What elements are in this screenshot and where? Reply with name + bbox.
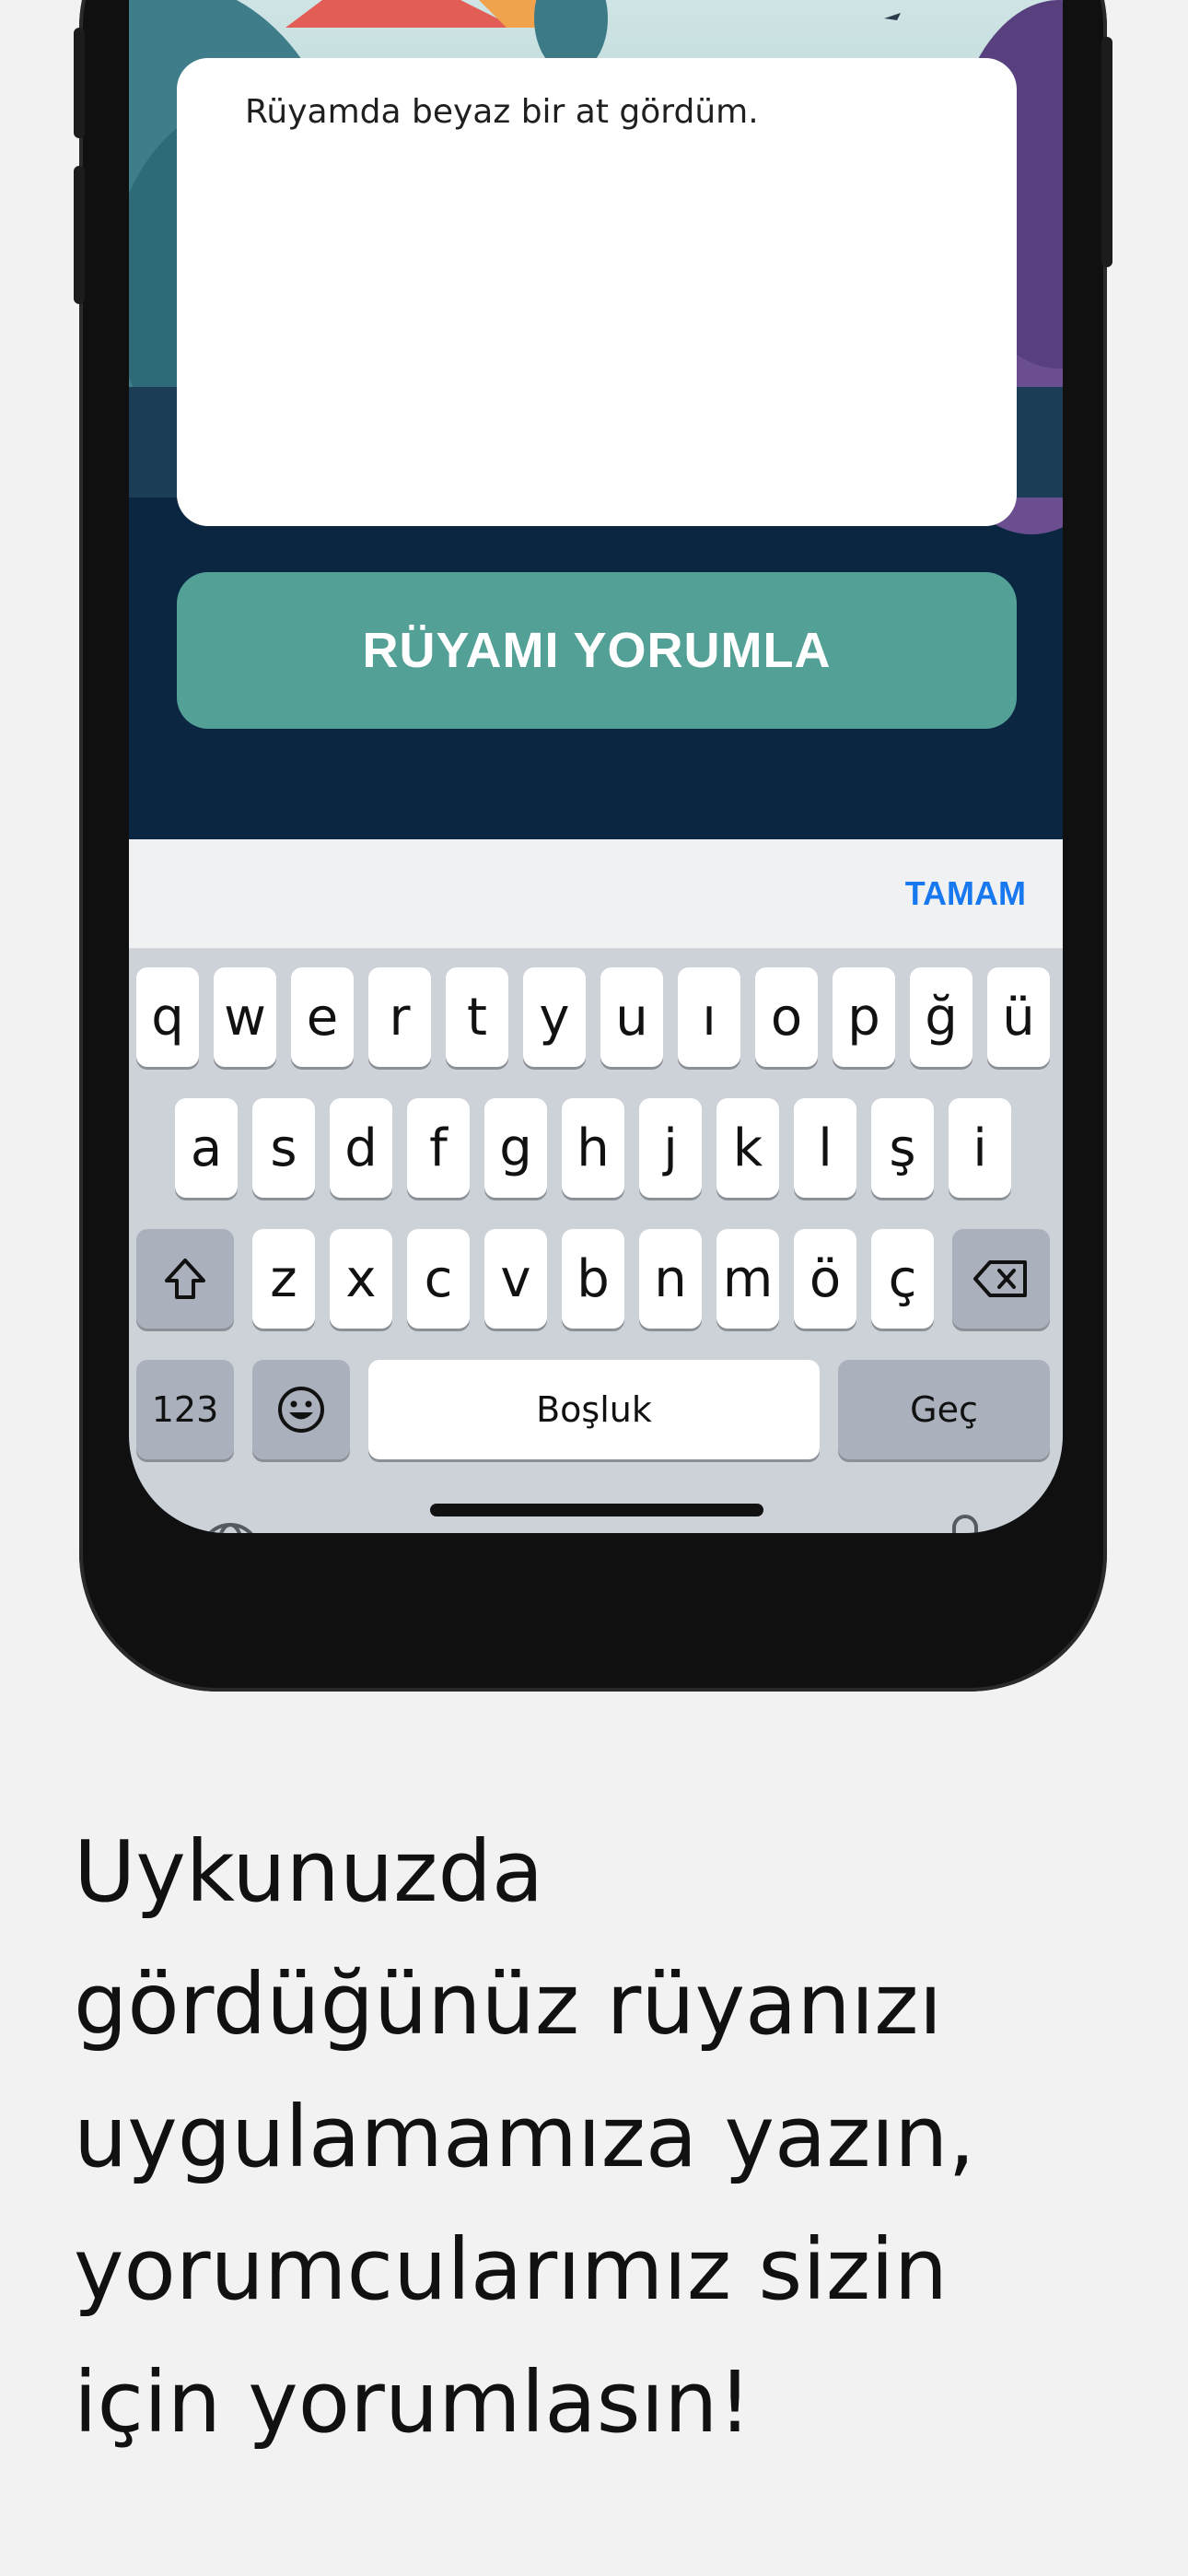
key[interactable]: ü	[987, 967, 1050, 1067]
dream-input-text: Rüyamda beyaz bir at gördüm.	[245, 93, 759, 131]
key[interactable]: o	[755, 967, 818, 1067]
key[interactable]: ö	[794, 1229, 856, 1329]
key[interactable]: ç	[871, 1229, 934, 1329]
interpret-dream-button[interactable]: RÜYAMI YORUMLA	[177, 572, 1017, 729]
emoji-icon	[278, 1387, 324, 1433]
home-indicator	[430, 1504, 763, 1516]
key[interactable]: g	[484, 1098, 547, 1198]
numbers-key[interactable]: 123	[136, 1360, 234, 1459]
key[interactable]: h	[562, 1098, 624, 1198]
backspace-icon	[973, 1260, 1027, 1297]
phone-screen: Rüyamda beyaz bir at gördüm. RÜYAMI YORU…	[129, 0, 1063, 1533]
key[interactable]: n	[639, 1229, 702, 1329]
phone-side-button	[1101, 37, 1112, 267]
key[interactable]: q	[136, 967, 199, 1067]
globe-icon[interactable]	[197, 1520, 263, 1533]
promo-caption: Uykunuzda gördüğünüz rüyanızı uygulamamı…	[74, 1806, 1114, 2469]
key[interactable]: ğ	[910, 967, 973, 1067]
key[interactable]: r	[368, 967, 431, 1067]
caption-line: uygulamamıza yazın,	[74, 2088, 975, 2186]
key[interactable]: s	[252, 1098, 315, 1198]
key[interactable]: p	[833, 967, 895, 1067]
caption-line: Uykunuzda	[74, 1822, 544, 1921]
phone-side-button	[74, 166, 85, 304]
done-button[interactable]: TAMAM	[905, 874, 1026, 913]
shift-key[interactable]	[136, 1229, 234, 1329]
key[interactable]: j	[639, 1098, 702, 1198]
caption-line: için yorumlasın!	[74, 2353, 752, 2452]
key[interactable]: b	[562, 1229, 624, 1329]
backspace-key[interactable]	[952, 1229, 1050, 1329]
keyboard: q w e r t y u ı o p ğ ü a s d f g h j k …	[129, 949, 1063, 1533]
key[interactable]: ı	[678, 967, 740, 1067]
caption-line: gördüğünüz rüyanızı	[74, 1955, 943, 2054]
key[interactable]: d	[330, 1098, 392, 1198]
key[interactable]: z	[252, 1229, 315, 1329]
key[interactable]: t	[446, 967, 508, 1067]
key[interactable]: m	[716, 1229, 779, 1329]
key[interactable]: x	[330, 1229, 392, 1329]
caption-line: yorumcularımız sizin	[74, 2220, 949, 2319]
key[interactable]: y	[523, 967, 586, 1067]
key[interactable]: e	[291, 967, 354, 1067]
key[interactable]: ş	[871, 1098, 934, 1198]
keyboard-toolbar: TAMAM	[129, 839, 1063, 950]
key[interactable]: u	[600, 967, 663, 1067]
key[interactable]: f	[407, 1098, 470, 1198]
microphone-icon[interactable]	[938, 1513, 993, 1533]
phone-side-button	[74, 28, 85, 138]
return-key[interactable]: Geç	[838, 1360, 1050, 1459]
emoji-key[interactable]	[252, 1360, 350, 1459]
key[interactable]: w	[214, 967, 276, 1067]
shift-icon	[165, 1259, 205, 1299]
key[interactable]: v	[484, 1229, 547, 1329]
space-key[interactable]: Boşluk	[368, 1360, 820, 1459]
key[interactable]: l	[794, 1098, 856, 1198]
dream-input[interactable]: Rüyamda beyaz bir at gördüm.	[177, 58, 1017, 526]
key[interactable]: a	[175, 1098, 238, 1198]
key[interactable]: k	[716, 1098, 779, 1198]
key[interactable]: c	[407, 1229, 470, 1329]
key[interactable]: i	[949, 1098, 1011, 1198]
phone-frame: Rüyamda beyaz bir at gördüm. RÜYAMI YORU…	[74, 0, 1112, 1692]
